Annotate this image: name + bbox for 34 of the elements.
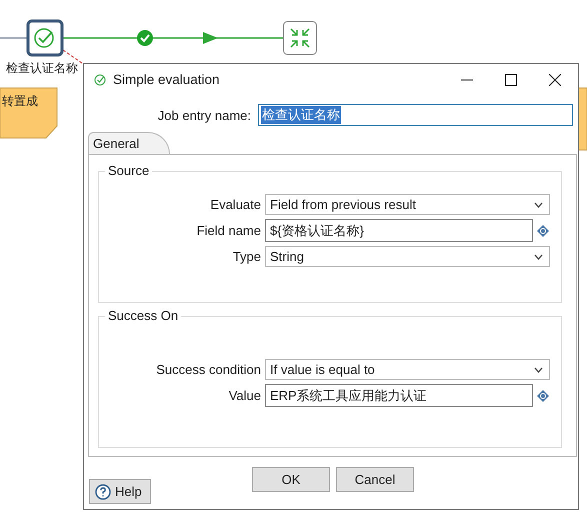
tab[interactable]: General — [88, 132, 170, 154]
input-field[interactable]: 检查认证名称 — [258, 104, 573, 126]
field-label: Success condition — [155, 362, 261, 377]
caret-icon — [534, 366, 543, 372]
window-title: Simple evaluation — [113, 72, 221, 87]
check-icon — [94, 74, 106, 86]
group-title: Source — [105, 163, 152, 178]
field-label: Job entry name: — [156, 108, 251, 122]
end-node[interactable] — [283, 21, 317, 55]
success-check-icon — [137, 30, 153, 46]
node-label: 检查认证名称 — [6, 60, 78, 77]
maximize-icon[interactable] — [505, 74, 517, 86]
field-label: Field name — [196, 223, 261, 238]
help-icon — [95, 484, 111, 500]
variable-icon[interactable] — [537, 390, 549, 402]
dropdown[interactable]: String — [265, 246, 550, 267]
caret-icon — [534, 202, 543, 208]
dropdown[interactable]: Field from previous result — [265, 194, 550, 215]
note-text: 转置成 — [2, 93, 38, 110]
field-label: Value — [228, 388, 261, 403]
input-field[interactable]: ERP系统工具应用能力认证 — [265, 384, 533, 407]
help-button[interactable]: Help — [89, 479, 151, 504]
dialog-button[interactable]: OK — [252, 467, 330, 492]
close-icon[interactable] — [549, 74, 561, 86]
dialog-button[interactable]: Cancel — [336, 467, 414, 492]
group-title: Success On — [105, 308, 182, 323]
dropdown[interactable]: If value is equal to — [265, 359, 550, 380]
field-label: Type — [232, 249, 261, 264]
note — [0, 88, 58, 138]
input-field[interactable]: ${资格认证名称} — [265, 219, 533, 242]
variable-icon[interactable] — [537, 224, 549, 236]
field-label: Evaluate — [209, 197, 261, 212]
caret-icon — [534, 254, 543, 260]
evaluation-node[interactable] — [26, 20, 64, 56]
